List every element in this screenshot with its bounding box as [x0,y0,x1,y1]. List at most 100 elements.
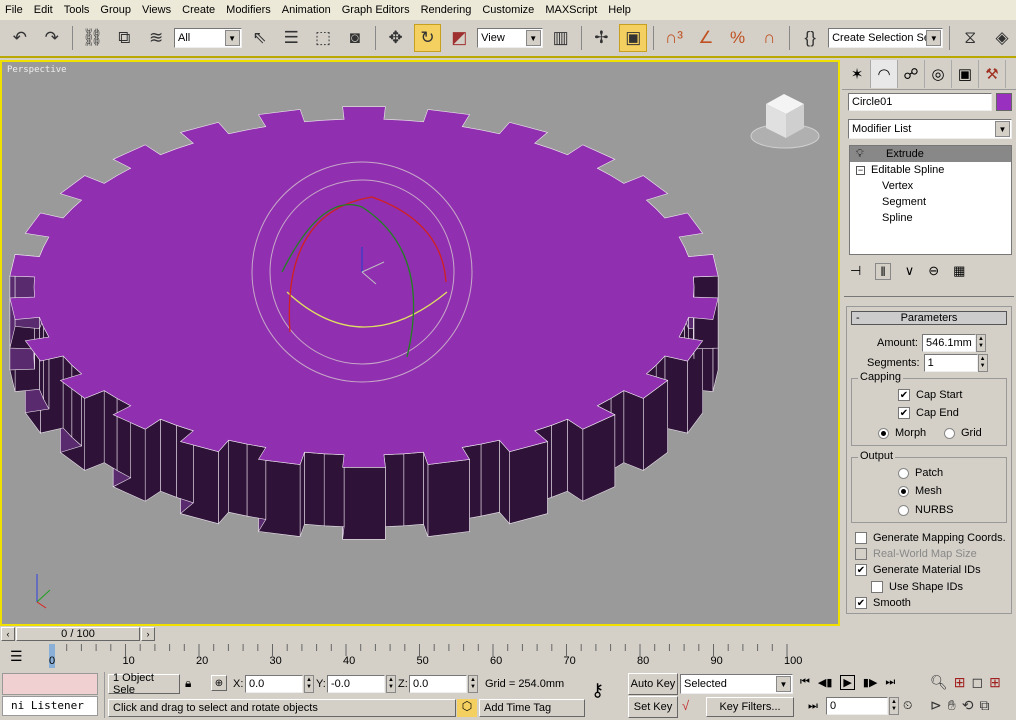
menu-file[interactable]: File [0,4,29,16]
go-to-start-icon[interactable]: ⏮ [800,676,810,689]
menu-views[interactable]: Views [137,4,177,16]
x-spinner[interactable]: ▲ ▼ [304,675,314,693]
field-of-view-icon[interactable]: ⊳ [930,697,942,714]
utilities-tab-icon[interactable]: ⚒ [979,60,1006,88]
rectangular-selection-icon[interactable]: ⬚ [309,24,337,52]
lightbulb-icon[interactable]: 💡︎ [856,148,886,161]
absolute-mode-icon[interactable]: ⊕ [211,675,227,691]
stack-item-editable-spline[interactable]: − Editable Spline [850,162,1011,178]
go-to-end-icon[interactable]: ⏭ [885,676,895,689]
create-tab-icon[interactable]: ✶ [844,60,871,88]
percent-snap-icon[interactable]: % [724,24,752,52]
zoom-extents-all-icon[interactable]: ⊞ [989,674,1001,691]
amount-spinner[interactable]: ▲ ▼ [975,334,986,352]
key-mode-toggle-icon[interactable]: ⏭ [808,700,818,713]
cap-end-checkbox[interactable]: ✔ Cap End [898,407,959,419]
perspective-viewport[interactable]: Perspective [0,60,840,626]
select-and-rotate-icon[interactable]: ↻ [413,24,442,52]
object-color-swatch[interactable] [996,93,1012,111]
zoom-icon[interactable]: 🔍︎ [930,674,948,691]
snaps-toggle-icon[interactable]: ∩³ [660,24,688,52]
grid-radio[interactable]: Grid [944,427,982,439]
set-key-button[interactable]: Set Key [628,696,678,718]
track-bar[interactable]: ☰ 0 10 20 30 40 50 60 70 80 90 100 [0,644,840,670]
stack-item-extrude[interactable]: 💡︎ Extrude [850,146,1011,162]
zoom-extents-icon[interactable]: ◻ [972,674,984,691]
mirror-icon[interactable]: ⧖ [956,24,984,52]
spinner-snap-icon[interactable]: ∩ [756,24,784,52]
frame-spinner[interactable]: ▲ ▼ [889,697,899,715]
use-shape-ids-checkbox[interactable]: Use Shape IDs [871,581,963,593]
set-key-icon[interactable]: ⚷ [591,680,604,701]
next-frame-icon[interactable]: ▮▶ [863,676,878,689]
pan-icon[interactable]: ✋︎ [948,697,956,714]
segments-field[interactable]: 1 [923,354,978,372]
z-coordinate-field[interactable]: 0.0 [409,675,467,693]
edit-named-selection-icon[interactable]: {} [796,24,824,52]
make-unique-icon[interactable]: ∨ [905,263,915,279]
arc-rotate-icon[interactable]: ⟲ [962,697,974,714]
next-frame-arrow[interactable]: › [141,627,155,641]
x-coordinate-field[interactable]: 0.0 [245,675,303,693]
current-frame-field[interactable]: 0 [826,697,888,715]
lock-selection-icon[interactable]: 🔒︎ [185,676,191,691]
remove-modifier-icon[interactable]: ⊖ [928,263,939,279]
morph-radio[interactable]: Morph [878,427,926,439]
mesh-radio[interactable]: Mesh [898,485,942,497]
nurbs-radio[interactable]: NURBS [898,504,954,516]
time-tag-icon[interactable]: ⬡ [457,699,477,717]
pivot-center-icon[interactable]: ▥ [547,24,575,52]
window-crossing-icon[interactable]: ◙ [341,24,369,52]
select-and-move-icon[interactable]: ✥ [382,24,410,52]
smooth-checkbox[interactable]: ✔ Smooth [855,597,911,609]
redo-icon[interactable]: ↷ [38,24,66,52]
menu-modifiers[interactable]: Modifiers [221,4,277,16]
cap-start-checkbox[interactable]: ✔ Cap Start [898,389,962,401]
stack-item-vertex[interactable]: Vertex [850,178,1011,194]
menu-animation[interactable]: Animation [277,4,337,16]
select-and-scale-icon[interactable]: ◩ [445,24,473,52]
modifier-list-dropdown[interactable]: Modifier List ▼ [848,119,1012,139]
hierarchy-tab-icon[interactable]: ☍ [898,60,925,88]
keyboard-shortcut-override-icon[interactable]: ▣ [619,24,648,52]
configure-modifier-sets-icon[interactable]: ▦ [953,263,965,279]
menu-edit[interactable]: Edit [29,4,59,16]
time-slider[interactable]: 0 / 100 [16,627,140,641]
patch-radio[interactable]: Patch [898,467,943,479]
segments-spinner[interactable]: ▲ ▼ [977,354,988,372]
align-icon[interactable]: ◈ [988,24,1016,52]
pin-stack-icon[interactable]: ⊣ [850,263,861,279]
menu-group[interactable]: Group [95,4,137,16]
key-mode-dropdown[interactable]: Selected ▼ [680,674,793,694]
menu-create[interactable]: Create [177,4,221,16]
named-selection-dropdown[interactable]: Create Selection Set ▼ [828,28,944,48]
collapse-icon[interactable]: − [856,165,865,175]
undo-icon[interactable]: ↶ [6,24,34,52]
amount-field[interactable]: 546.1mm [921,334,976,352]
previous-frame-icon[interactable]: ◀▮ [818,676,833,689]
unlink-icon[interactable]: ⧉ [110,24,138,52]
select-object-icon[interactable]: ⇖ [246,24,274,52]
time-configuration-icon[interactable]: ⏲ [903,698,912,713]
parameters-rollout-header[interactable]: - Parameters [851,311,1007,325]
selection-filter-dropdown[interactable]: All ▼ [173,28,242,48]
auto-key-button[interactable]: Auto Key [628,673,678,695]
y-spinner[interactable]: ▲ ▼ [386,675,396,693]
maximize-viewport-icon[interactable]: ⧉ [979,697,989,714]
bind-space-warp-icon[interactable]: ≋ [142,24,170,52]
default-tangent-icon[interactable]: √ [682,698,689,713]
key-filters-button[interactable]: Key Filters... [706,697,794,717]
zoom-all-icon[interactable]: ⊞ [954,674,966,691]
motion-tab-icon[interactable]: ◎ [925,60,952,88]
menu-tools[interactable]: Tools [59,4,96,16]
select-by-name-icon[interactable]: ☰ [277,24,305,52]
show-end-result-icon[interactable]: ‖ [875,262,891,280]
generate-mapping-coords-checkbox[interactable]: Generate Mapping Coords. [855,532,1006,544]
menu-help[interactable]: Help [603,4,637,16]
select-and-manipulate-icon[interactable]: ✢ [588,24,616,52]
z-spinner[interactable]: ▲ ▼ [468,675,478,693]
viewport-label[interactable]: Perspective [7,65,67,75]
generate-material-ids-checkbox[interactable]: ✔ Generate Material IDs [855,564,981,576]
select-and-link-icon[interactable]: ⛓ [79,24,107,52]
modify-tab-icon[interactable]: ◠ [871,60,898,88]
